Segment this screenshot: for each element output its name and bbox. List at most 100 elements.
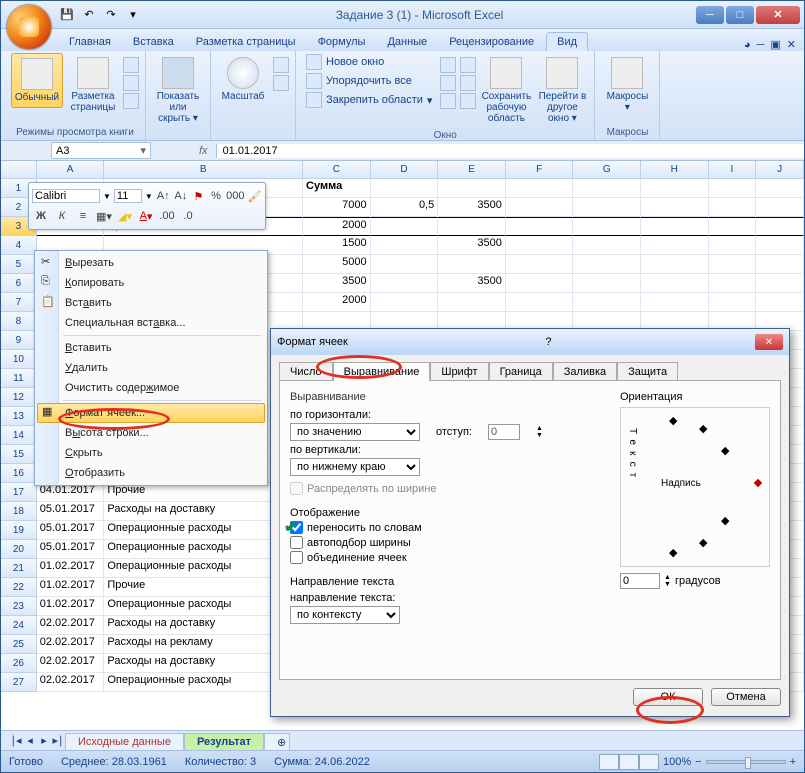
shrink-font-icon[interactable]: A↓ — [173, 187, 188, 205]
dtab-font[interactable]: Шрифт — [430, 362, 488, 381]
percent-icon[interactable]: % — [209, 187, 224, 205]
font-color-icon[interactable]: A▾ — [137, 207, 155, 225]
window-hide-icon[interactable] — [440, 75, 456, 91]
save-workspace[interactable]: Сохранить рабочую область — [480, 53, 532, 128]
ctx-paste[interactable]: 📋Вставить — [37, 293, 265, 313]
orient-handle[interactable] — [754, 479, 762, 487]
zoom-out[interactable]: − — [695, 756, 701, 768]
align-center-icon[interactable]: ≡ — [74, 207, 92, 225]
dtab-number[interactable]: Число — [279, 362, 333, 381]
tab-review[interactable]: Рецензирование — [439, 33, 544, 51]
chk-shrink[interactable] — [290, 536, 303, 549]
grow-font-icon[interactable]: A↑ — [156, 187, 171, 205]
zoom-in[interactable]: + — [790, 756, 796, 768]
ctx-hide[interactable]: Скрыть — [37, 443, 265, 463]
dtab-border[interactable]: Граница — [489, 362, 553, 381]
view-mode-normal[interactable] — [599, 754, 619, 770]
zoom-slider[interactable] — [706, 760, 786, 764]
zoom-100-icon[interactable] — [273, 57, 289, 73]
select-horizontal[interactable]: по значению — [290, 423, 420, 441]
dialog-help-icon[interactable]: ? — [545, 336, 551, 348]
tab-insert[interactable]: Вставка — [123, 33, 184, 51]
tab-pagelayout[interactable]: Разметка страницы — [186, 33, 306, 51]
close-button[interactable]: ✕ — [756, 6, 800, 24]
select-direction[interactable]: по контексту — [290, 606, 400, 624]
sheet-nav-prev[interactable]: ◂ — [23, 734, 37, 748]
qat-save[interactable]: 💾 — [57, 5, 77, 25]
view-mode-break[interactable] — [639, 754, 659, 770]
window-sidebyside-icon[interactable] — [460, 57, 476, 73]
ctx-row-height[interactable]: Высота строки... — [37, 423, 265, 443]
window-split-icon[interactable] — [440, 57, 456, 73]
minimize-button[interactable]: ─ — [696, 6, 724, 24]
ctx-clear[interactable]: Очистить содержимое — [37, 378, 265, 398]
macros[interactable]: Макросы ▾ — [601, 53, 653, 117]
ctx-paste-special[interactable]: Специальная вставка... — [37, 313, 265, 333]
sheet-nav-next[interactable]: ▸ — [37, 734, 51, 748]
view-mode-layout[interactable] — [619, 754, 639, 770]
ok-button[interactable]: ОК — [633, 688, 703, 706]
dialog-close[interactable]: ✕ — [755, 334, 783, 350]
help-icon[interactable]: ◕ — [744, 39, 751, 51]
qat-more[interactable]: ▾ — [123, 5, 143, 25]
chk-merge[interactable] — [290, 551, 303, 564]
mini-size[interactable] — [114, 189, 142, 203]
zoom-selection-icon[interactable] — [273, 75, 289, 91]
sheet-tab-result[interactable]: Результат — [184, 733, 264, 750]
italic-icon[interactable]: К — [53, 207, 71, 225]
formula-input[interactable]: 01.01.2017 — [216, 144, 804, 158]
ctx-format-cells[interactable]: ▦Формат ячеек... — [37, 403, 265, 423]
sheet-tab-source[interactable]: Исходные данные — [65, 733, 184, 750]
mdi-restore[interactable]: ▣ — [770, 38, 780, 51]
borders-icon[interactable]: ▦▾ — [95, 207, 113, 225]
dialog-titlebar[interactable]: Формат ячеек ? ✕ — [271, 329, 789, 355]
sheet-tab-new[interactable]: ⊕ — [264, 733, 290, 751]
name-box[interactable]: A3▾ — [51, 142, 151, 159]
bold-icon[interactable]: Ж — [32, 207, 50, 225]
window-unhide-icon[interactable] — [440, 93, 456, 109]
new-window[interactable]: Новое окно — [302, 53, 436, 71]
increase-decimal-icon[interactable]: .00 — [158, 207, 176, 225]
tab-data[interactable]: Данные — [377, 33, 437, 51]
show-hide[interactable]: Показать или скрыть ▾ — [152, 53, 204, 128]
accounting-format-icon[interactable]: ⚑ — [191, 187, 206, 205]
sheet-nav-last[interactable]: ▸∣ — [51, 734, 65, 748]
mdi-close[interactable]: ✕ — [787, 38, 796, 51]
dtab-alignment[interactable]: Выравнивание — [333, 362, 431, 381]
zoom[interactable]: Масштаб — [217, 53, 269, 106]
comma-icon[interactable]: 000 — [226, 187, 244, 205]
window-resetpos-icon[interactable] — [460, 93, 476, 109]
cancel-button[interactable]: Отмена — [711, 688, 781, 706]
arrange-all[interactable]: Упорядочить все — [302, 72, 436, 90]
view-pagelayout[interactable]: Разметка страницы — [67, 53, 119, 117]
sheet-nav-first[interactable]: ∣◂ — [9, 734, 23, 748]
format-painter-icon[interactable]: 🖌 — [247, 187, 262, 205]
office-button[interactable] — [7, 5, 51, 49]
fx-icon[interactable]: fx — [191, 145, 216, 157]
decrease-decimal-icon[interactable]: .0 — [179, 207, 197, 225]
select-vertical[interactable]: по нижнему краю — [290, 458, 420, 476]
ctx-insert[interactable]: Вставить — [37, 338, 265, 358]
input-degrees[interactable] — [620, 573, 660, 589]
qat-redo[interactable]: ↷ — [101, 5, 121, 25]
view-pagebreak-icon[interactable] — [123, 57, 139, 73]
ctx-copy[interactable]: ⎘Копировать — [37, 273, 265, 293]
tab-formulas[interactable]: Формулы — [308, 33, 376, 51]
fill-color-icon[interactable]: ◢▾ — [116, 207, 134, 225]
view-custom-icon[interactable] — [123, 75, 139, 91]
orientation-control[interactable]: Текст Надпись ◆ ◆ ◆ ◆ ◆ ◆ — [620, 407, 770, 567]
freeze-panes[interactable]: Закрепить области ▾ — [302, 91, 436, 109]
view-normal[interactable]: Обычный — [11, 53, 63, 108]
dtab-protection[interactable]: Защита — [617, 362, 678, 381]
tab-view[interactable]: Вид — [546, 32, 588, 51]
maximize-button[interactable]: □ — [726, 6, 754, 24]
dtab-fill[interactable]: Заливка — [553, 362, 617, 381]
ctx-delete[interactable]: Удалить — [37, 358, 265, 378]
view-fullscreen-icon[interactable] — [123, 93, 139, 109]
qat-undo[interactable]: ↶ — [79, 5, 99, 25]
ctx-unhide[interactable]: Отобразить — [37, 463, 265, 483]
ctx-cut[interactable]: ✂Вырезать — [37, 253, 265, 273]
input-indent[interactable] — [488, 424, 520, 440]
switch-windows[interactable]: Перейти в другое окно ▾ — [536, 53, 588, 128]
zoom-level[interactable]: 100% — [663, 756, 691, 768]
